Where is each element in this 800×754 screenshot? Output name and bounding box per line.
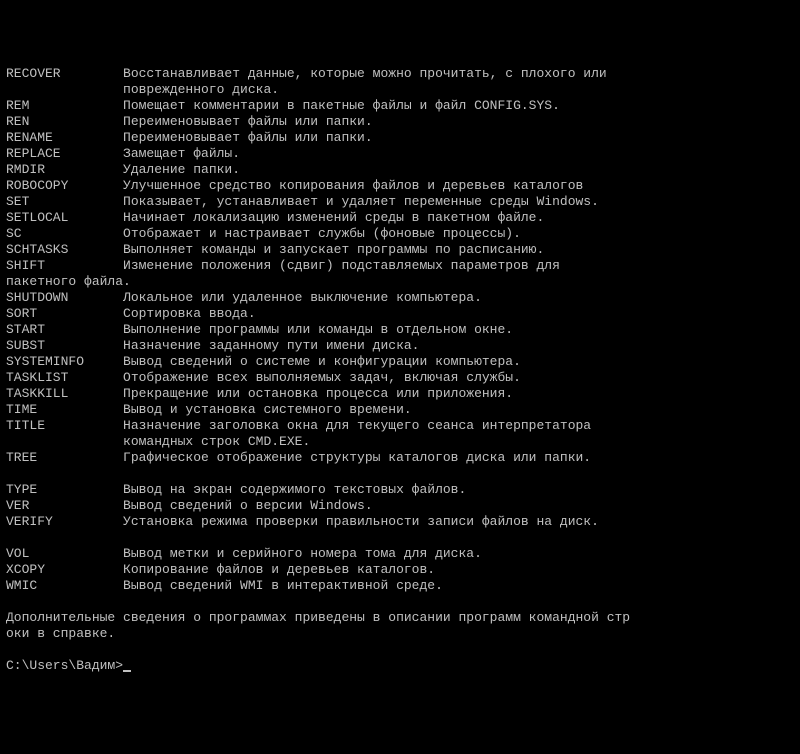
command-prompt[interactable]: C:\Users\Вадим> <box>6 658 123 673</box>
terminal-output: RECOVER Восстанавливает данные, которые … <box>6 66 794 674</box>
cursor <box>123 670 131 672</box>
help-text: RECOVER Восстанавливает данные, которые … <box>6 66 630 641</box>
